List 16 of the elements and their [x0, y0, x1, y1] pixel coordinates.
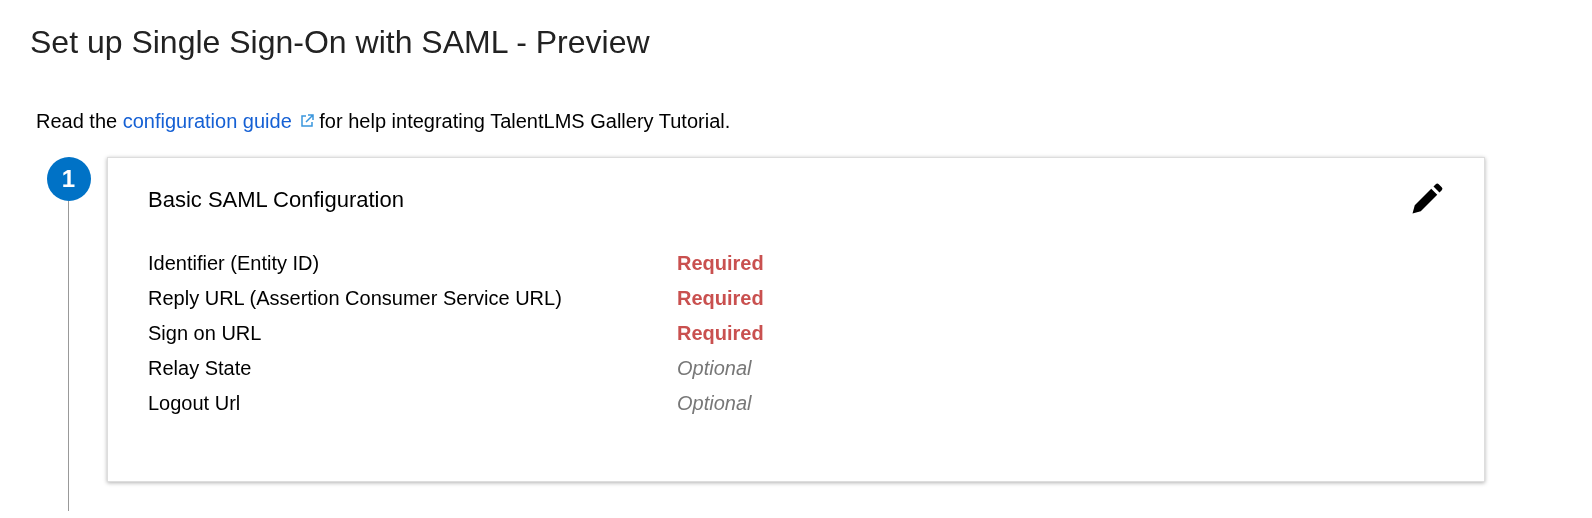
field-label: Relay State — [148, 357, 253, 380]
field-status: Required — [677, 252, 764, 275]
page-title: Set up Single Sign-On with SAML - Preview — [30, 23, 651, 62]
field-status: Optional — [677, 357, 753, 380]
field-status: Optional — [677, 392, 753, 415]
field-label: Identifier (Entity ID) — [148, 252, 321, 275]
field-status: Required — [677, 322, 764, 345]
card-title: Basic SAML Configuration — [148, 187, 404, 213]
field-label: Logout Url — [148, 392, 242, 415]
configuration-guide-link[interactable]: configuration guide — [122, 110, 314, 132]
field-label: Reply URL (Assertion Consumer Service URL) — [148, 287, 563, 310]
step-number: 1 — [46, 157, 91, 201]
intro-text: Read the configuration guide for help integrating TalentLMS Gallery Tutorial. — [36, 110, 732, 133]
external-link-icon — [299, 114, 314, 128]
field-label: Sign on URL — [148, 322, 263, 345]
field-status: Required — [677, 287, 764, 310]
